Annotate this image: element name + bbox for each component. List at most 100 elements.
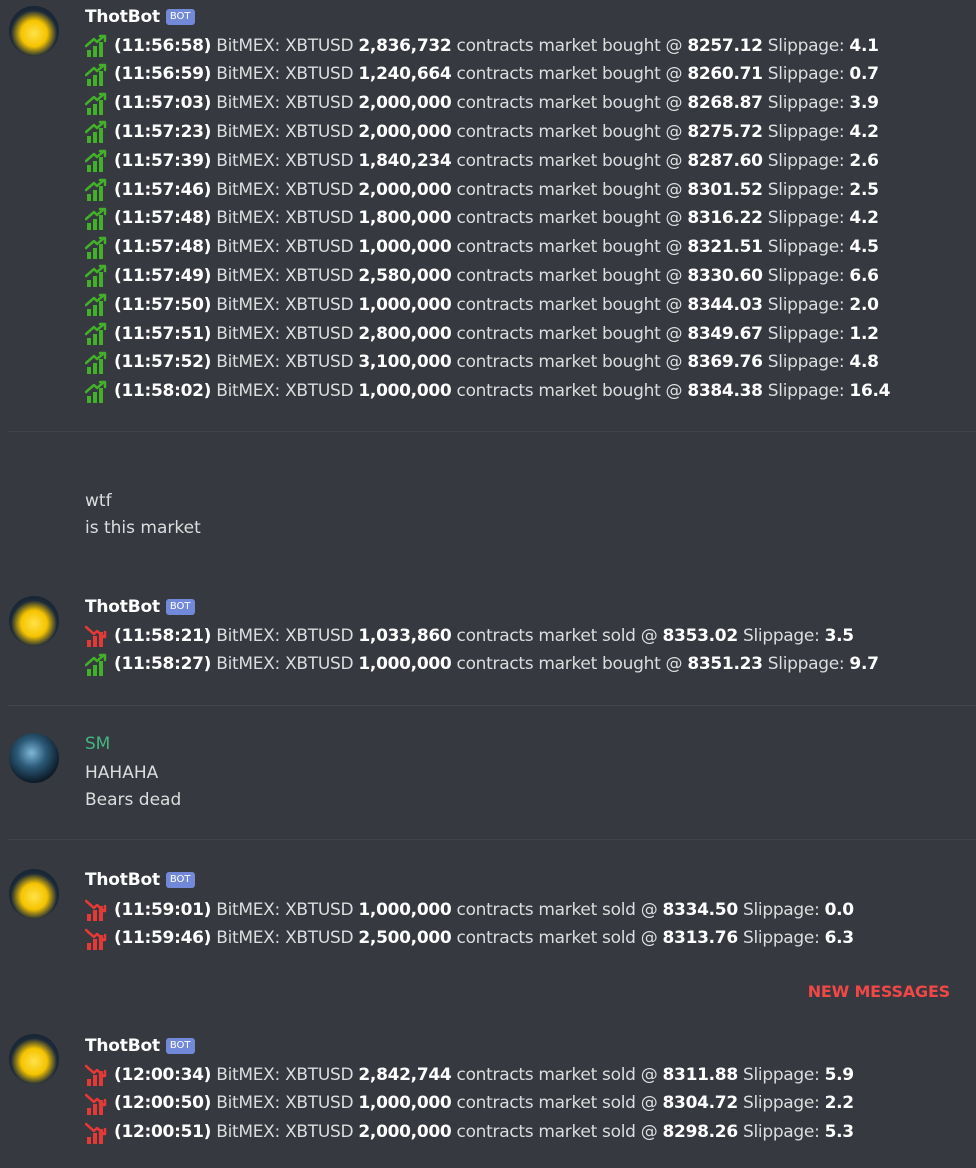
trade-line: (11:57:52) BitMEX: XBTUSD 3,100,000 cont…	[85, 348, 879, 377]
trade-slippage-label: Slippage:	[767, 237, 845, 258]
trade-slippage-label: Slippage:	[767, 265, 845, 286]
username[interactable]: SM	[85, 734, 110, 754]
trade-time: (11:57:39)	[114, 150, 212, 171]
username[interactable]: ThotBot	[85, 7, 160, 27]
trade-symbol: XBTUSD	[285, 654, 354, 675]
trade-slippage: 3.5	[824, 625, 855, 646]
trade-slippage-label: Slippage:	[767, 294, 845, 315]
trade-time: (12:00:51)	[114, 1122, 212, 1143]
trade-symbol: XBTUSD	[285, 928, 354, 949]
trade-time: (12:00:34)	[114, 1064, 212, 1085]
icon-bar	[87, 222, 91, 230]
trade-slippage: 0.7	[849, 64, 879, 85]
icon-bar	[87, 50, 91, 57]
trade-action: contracts market bought @	[456, 323, 683, 344]
icon-bar	[93, 362, 97, 374]
icon-bar	[93, 161, 97, 173]
icon-bar	[87, 395, 91, 403]
trade-action: contracts market bought @	[456, 294, 683, 315]
chart-up-icon	[85, 236, 107, 259]
avatar[interactable]	[9, 1034, 59, 1084]
trade-exchange: BitMEX:	[216, 265, 280, 286]
trade-qty: 2,000,000	[358, 121, 452, 142]
trade-price: 8330.60	[687, 265, 763, 286]
message-header: ThotBot BOT	[85, 596, 195, 618]
trade-qty: 1,033,860	[358, 625, 452, 646]
icon-bar	[93, 938, 97, 950]
chart-down-icon	[85, 1093, 107, 1115]
trade-slippage-label: Slippage:	[742, 1122, 820, 1143]
new-messages-label: NEW MESSAGES	[807, 982, 950, 1001]
trade-action: contracts market bought @	[456, 265, 683, 286]
trade-exchange: BitMEX:	[216, 1093, 280, 1114]
trade-symbol: XBTUSD	[285, 150, 354, 171]
icon-bar	[87, 136, 91, 144]
icon-bar	[87, 107, 91, 115]
chart-up-icon	[85, 322, 107, 345]
trade-time: (11:57:49)	[114, 265, 212, 286]
trade-exchange: BitMEX:	[216, 64, 280, 85]
trade-symbol: XBTUSD	[285, 35, 354, 56]
trade-line: (12:00:51) BitMEX: XBTUSD 2,000,000 cont…	[85, 1118, 854, 1147]
trade-line: (11:57:51) BitMEX: XBTUSD 2,800,000 cont…	[85, 319, 879, 348]
trade-price: 8287.60	[687, 150, 763, 171]
trade-slippage: 16.4	[849, 381, 891, 402]
chart-up-icon	[85, 265, 107, 288]
icon-bar	[87, 668, 91, 676]
icon-bar	[93, 74, 97, 86]
trade-qty: 2,842,744	[358, 1064, 452, 1085]
username[interactable]: ThotBot	[85, 1036, 160, 1056]
trade-slippage: 4.1	[849, 35, 879, 56]
trade-symbol: XBTUSD	[285, 1093, 354, 1114]
chart-up-icon	[85, 178, 107, 201]
avatar[interactable]	[9, 733, 59, 783]
icon-bar	[87, 1079, 91, 1086]
trade-action: contracts market sold @	[456, 1093, 658, 1114]
trade-exchange: BitMEX:	[216, 928, 280, 949]
message-line: is this market	[85, 517, 201, 538]
trade-line: (11:59:01) BitMEX: XBTUSD 1,000,000 cont…	[85, 895, 854, 924]
trade-line: (12:00:50) BitMEX: XBTUSD 1,000,000 cont…	[85, 1089, 854, 1118]
trade-slippage: 4.2	[849, 208, 879, 229]
trade-action: contracts market bought @	[456, 121, 683, 142]
username[interactable]: ThotBot	[85, 870, 160, 890]
icon-bar	[87, 194, 91, 201]
icon-bar	[99, 387, 103, 403]
trade-exchange: BitMEX:	[216, 1122, 280, 1143]
message-header: ThotBot BOT	[85, 869, 195, 891]
bot-tag: BOT	[165, 599, 195, 615]
trade-exchange: BitMEX:	[216, 179, 280, 200]
avatar[interactable]	[9, 869, 59, 919]
trade-time: (11:57:03)	[114, 93, 212, 114]
trade-action: contracts market bought @	[456, 64, 683, 85]
trade-action: contracts market bought @	[456, 179, 683, 200]
chart-up-icon	[85, 293, 107, 317]
chart-up-icon	[85, 653, 107, 676]
message-line: wtf	[85, 490, 112, 511]
chart-up-icon	[85, 92, 107, 115]
icon-bar	[87, 1136, 91, 1144]
trade-line: (11:57:39) BitMEX: XBTUSD 1,840,234 cont…	[85, 146, 879, 175]
icon-bar	[93, 391, 97, 403]
trade-action: contracts market bought @	[456, 352, 683, 373]
trade-time: (11:57:46)	[114, 179, 212, 200]
trade-exchange: BitMEX:	[216, 150, 280, 171]
icon-bar	[87, 165, 91, 173]
username[interactable]: ThotBot	[85, 597, 160, 617]
trade-symbol: XBTUSD	[285, 208, 354, 229]
trade-time: (12:00:50)	[114, 1093, 212, 1114]
chart-up-icon	[85, 149, 107, 173]
trade-exchange: BitMEX:	[216, 121, 280, 142]
avatar[interactable]	[9, 596, 59, 646]
trade-action: contracts market sold @	[456, 1064, 658, 1085]
trade-slippage: 4.2	[849, 121, 879, 142]
trade-time: (11:57:23)	[114, 121, 212, 142]
trade-line: (11:58:21) BitMEX: XBTUSD 1,033,860 cont…	[85, 621, 854, 650]
trade-qty: 2,580,000	[358, 265, 452, 286]
trade-line: (11:58:27) BitMEX: XBTUSD 1,000,000 cont…	[85, 650, 879, 679]
trade-line: (11:57:50) BitMEX: XBTUSD 1,000,000 cont…	[85, 290, 879, 319]
avatar[interactable]	[9, 6, 59, 56]
trade-price: 8321.51	[687, 237, 763, 258]
trade-exchange: BitMEX:	[216, 35, 280, 56]
trade-slippage: 2.5	[849, 179, 879, 200]
